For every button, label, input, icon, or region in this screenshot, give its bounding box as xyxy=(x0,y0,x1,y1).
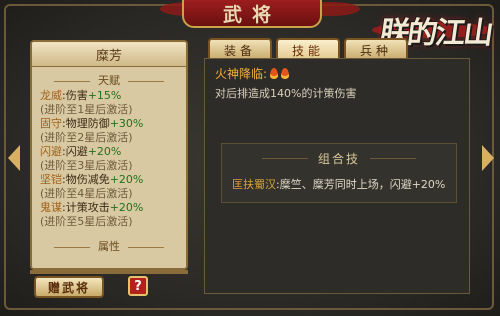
talent-line: 鬼谋:计策攻击+20% xyxy=(40,201,178,215)
page-title: 武将 xyxy=(222,3,281,26)
talent-effect: :伤害 xyxy=(62,89,88,102)
talent-item: 鬼谋:计策攻击+20% (进阶至5星后激活) xyxy=(32,201,186,229)
combo-skill-box: 组合技 匡扶蜀汉:糜竺、糜芳同时上场，闪避+20% xyxy=(221,143,457,203)
flame-icon xyxy=(270,68,279,79)
talent-section-title: 天赋 xyxy=(32,73,186,89)
skill-name: 火神降临: xyxy=(215,67,268,81)
talent-item: 固守:物理防御+30% (进阶至2星后激活) xyxy=(32,117,186,145)
help-button[interactable]: ? xyxy=(128,276,148,296)
talent-item: 龙威:伤害+15% (进阶至1星后激活) xyxy=(32,89,186,117)
hero-name: 糜芳 xyxy=(32,42,186,67)
talent-bonus: +15% xyxy=(87,89,122,102)
combo-skill-description: :糜竺、糜芳同时上场，闪避+20% xyxy=(276,178,446,191)
talent-activation-note: (进阶至1星后激活) xyxy=(40,103,133,116)
talent-bonus: +20% xyxy=(109,173,144,186)
talent-line: 坚铠:物伤减免+20% xyxy=(40,173,178,187)
combo-skill-line: 匡扶蜀汉:糜竺、糜芳同时上场，闪避+20% xyxy=(232,176,445,192)
talent-bonus: +30% xyxy=(109,117,144,130)
gift-hero-button[interactable]: 赠武将 xyxy=(34,276,104,298)
skill-panel: 火神降临: 对后排造成140%的计策伤害 组合技 匡扶蜀汉:糜竺、糜芳同时上场，… xyxy=(204,58,470,294)
talent-name: 坚铠 xyxy=(40,173,62,186)
panel-bottom-strip xyxy=(30,270,188,274)
talent-bonus: +20% xyxy=(87,145,122,158)
skill-description: 对后排造成140%的计策伤害 xyxy=(215,87,357,100)
talent-item: 闪避:闪避+20% (进阶至3星后激活) xyxy=(32,145,186,173)
talent-effect: :物理防御 xyxy=(62,117,110,130)
combo-skill-name: 匡扶蜀汉 xyxy=(232,178,276,191)
tab-troops[interactable]: 兵种 xyxy=(344,38,408,60)
talent-name: 鬼谋 xyxy=(40,201,62,214)
prev-hero-arrow-icon[interactable] xyxy=(8,145,20,171)
hero-info-panel[interactable]: 糜芳 天赋 龙威:伤害+15% (进阶至1星后激活) 固守:物理防御+30% (进阶至… xyxy=(30,40,188,270)
next-hero-arrow-icon[interactable] xyxy=(482,145,494,171)
talent-activation-note: (进阶至4星后激活) xyxy=(40,187,133,200)
tab-equipment[interactable]: 装备 xyxy=(208,38,272,60)
talent-activation-note: (进阶至2星后激活) xyxy=(40,131,133,144)
talent-name: 固守 xyxy=(40,117,62,130)
talent-line: 固守:物理防御+30% xyxy=(40,117,178,131)
talent-bonus: +20% xyxy=(109,201,144,214)
talent-effect: :计策攻击 xyxy=(62,201,110,214)
tab-skills[interactable]: 技能 xyxy=(276,38,340,60)
talent-line: 闪避:闪避+20% xyxy=(40,145,178,159)
title-banner: 武将 xyxy=(182,0,322,28)
talent-name: 龙威 xyxy=(40,89,62,102)
talent-activation-note: (进阶至3星后激活) xyxy=(40,159,133,172)
talent-name: 闪避 xyxy=(40,145,62,158)
attributes-section-title: 属性 xyxy=(32,239,186,255)
combo-skill-title: 组合技 xyxy=(222,150,456,167)
talent-item: 坚铠:物伤减免+20% (进阶至4星后激活) xyxy=(32,173,186,201)
talent-activation-note: (进阶至5星后激活) xyxy=(40,215,133,228)
talent-effect: :物伤减免 xyxy=(62,173,110,186)
flame-icon xyxy=(281,68,290,79)
talent-line: 龙威:伤害+15% xyxy=(40,89,178,103)
talent-list: 龙威:伤害+15% (进阶至1星后激活) 固守:物理防御+30% (进阶至2星后激活)… xyxy=(32,89,186,229)
talent-effect: :闪避 xyxy=(62,145,88,158)
skill-title: 火神降临: xyxy=(215,65,290,82)
